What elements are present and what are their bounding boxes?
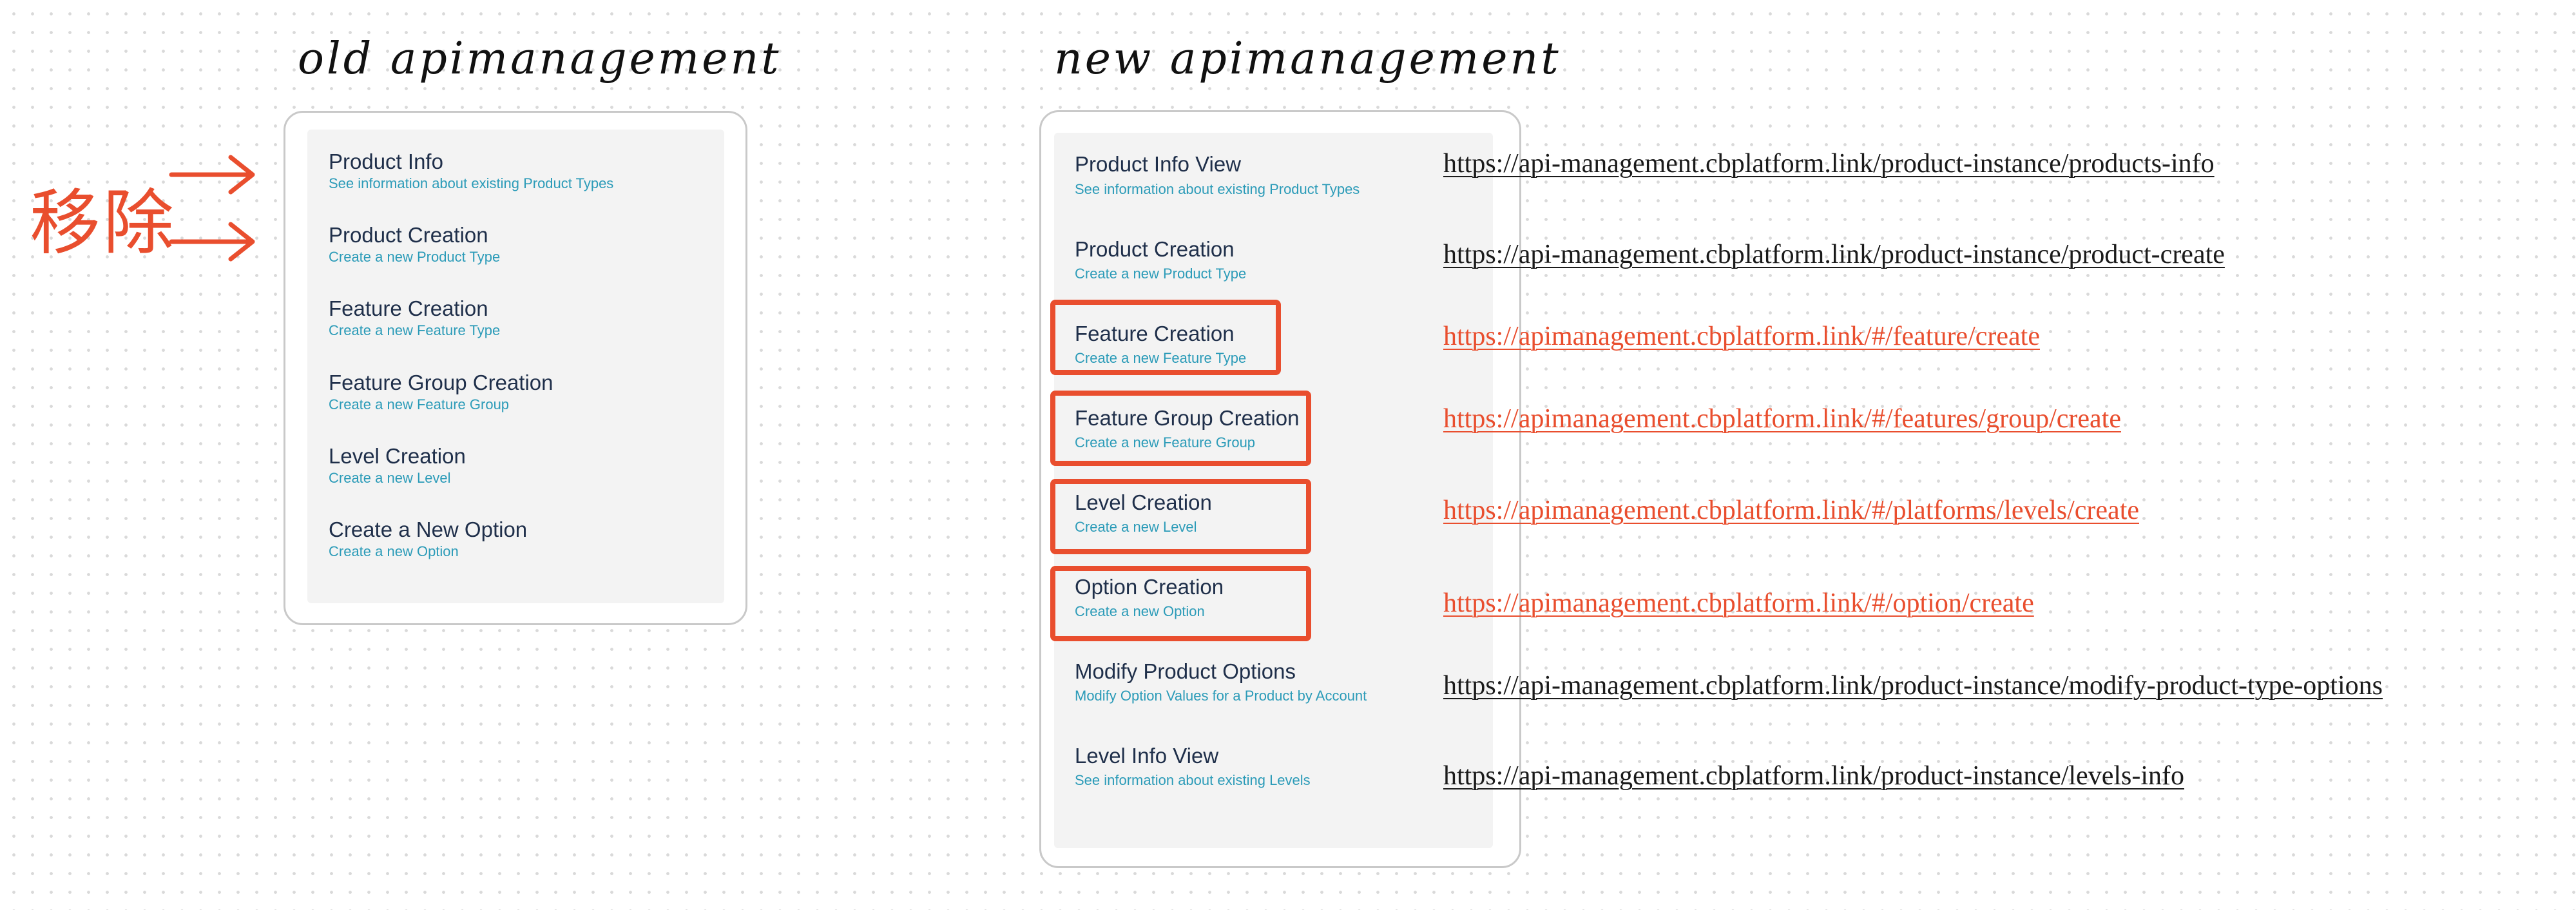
old-menu-item-title[interactable]: Product Info (329, 150, 443, 174)
new-menu-item-title[interactable]: Level Info View (1075, 744, 1218, 768)
old-menu-item-subtitle: Create a new Product Type (329, 249, 501, 265)
old-menu-item-subtitle: Create a new Feature Group (329, 396, 510, 412)
new-menu-item-subtitle: Create a new Level (1075, 519, 1197, 535)
new-menu-item-title[interactable]: Feature Group Creation (1075, 406, 1300, 431)
old-menu-item-subtitle: Create a new Option (329, 543, 459, 559)
new-menu-item-subtitle: Create a new Option (1075, 603, 1205, 619)
new-menu-item-subtitle: Create a new Feature Type (1075, 350, 1247, 366)
new-menu-item-title[interactable]: Product Creation (1075, 237, 1235, 262)
new-menu-item-title[interactable]: Feature Creation (1075, 322, 1235, 346)
right-arrow-icon (169, 155, 255, 195)
old-menu-item-title[interactable]: Level Creation (329, 444, 466, 469)
new-menu-item-title[interactable]: Option Creation (1075, 575, 1224, 599)
new-menu-item-subtitle: Modify Option Values for a Product by Ac… (1075, 688, 1367, 704)
url-link[interactable]: https://apimanagement.cbplatform.link/#/… (1443, 495, 2139, 526)
url-link[interactable]: https://api-management.cbplatform.link/p… (1443, 670, 2383, 701)
old-apimanagement-heading: old apimanagement (298, 34, 782, 84)
url-link[interactable]: https://api-management.cbplatform.link/p… (1443, 239, 2225, 270)
url-link[interactable]: https://api-management.cbplatform.link/p… (1443, 148, 2215, 179)
url-link[interactable]: https://apimanagement.cbplatform.link/#/… (1443, 321, 2040, 352)
url-link[interactable]: https://apimanagement.cbplatform.link/#/… (1443, 403, 2121, 434)
old-menu-item-subtitle: Create a new Feature Type (329, 322, 501, 338)
url-link[interactable]: https://api-management.cbplatform.link/p… (1443, 760, 2184, 791)
new-menu-item-title[interactable]: Level Creation (1075, 490, 1212, 515)
new-menu-item-title[interactable]: Product Info View (1075, 152, 1241, 177)
old-menu-item-subtitle: See information about existing Product T… (329, 175, 614, 191)
new-menu-item-subtitle: See information about existing Product T… (1075, 181, 1360, 197)
new-menu-item-subtitle: Create a new Feature Group (1075, 434, 1256, 450)
new-menu-item-subtitle: Create a new Product Type (1075, 266, 1247, 282)
old-menu-item-subtitle: Create a new Level (329, 470, 451, 486)
old-menu-item-title[interactable]: Create a New Option (329, 518, 527, 542)
right-arrow-icon (169, 222, 255, 262)
old-menu-item-title[interactable]: Feature Creation (329, 296, 488, 321)
old-menu-item-title[interactable]: Product Creation (329, 223, 488, 247)
remove-label: 移除 (30, 182, 177, 264)
new-menu-item-subtitle: See information about existing Levels (1075, 772, 1311, 788)
old-menu-item-title[interactable]: Feature Group Creation (329, 371, 553, 395)
new-menu-item-title[interactable]: Modify Product Options (1075, 659, 1296, 684)
url-link[interactable]: https://apimanagement.cbplatform.link/#/… (1443, 588, 2034, 619)
new-apimanagement-heading: new apimanagement (1054, 34, 1561, 84)
